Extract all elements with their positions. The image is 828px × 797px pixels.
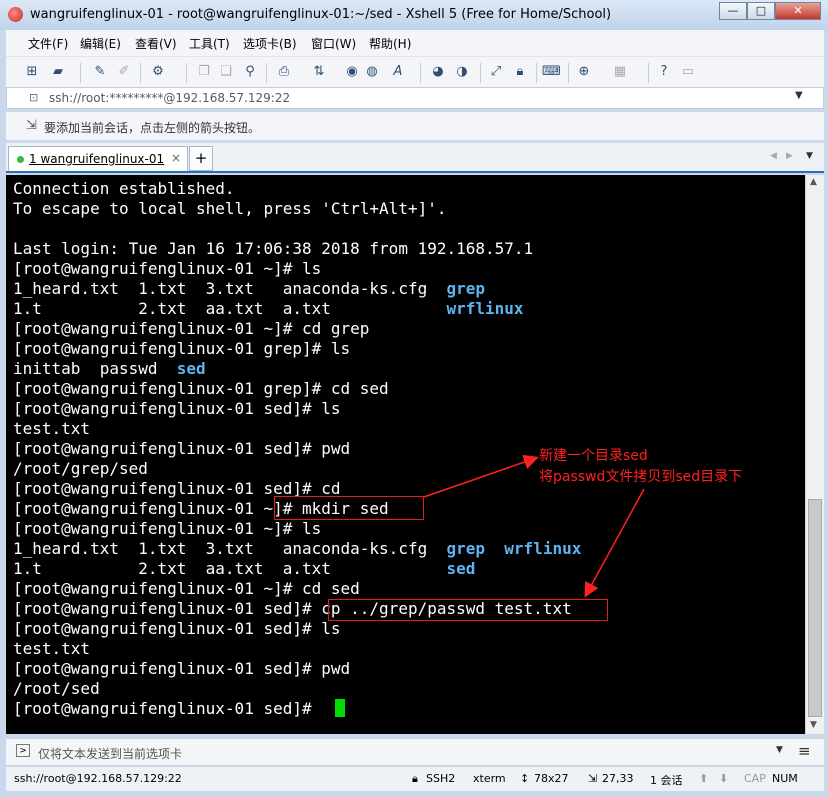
title-bar: wangruifenglinux-01 - root@wangruifengli… — [0, 0, 828, 30]
status-terminal-type: xterm — [473, 772, 506, 785]
compose-menu-icon[interactable]: ≡ — [798, 742, 811, 760]
maximize-button[interactable]: □ — [747, 2, 775, 20]
tab-number: 1 — [29, 152, 37, 166]
transfer-icon[interactable]: ⇅ — [311, 64, 327, 80]
status-size: 78x27 — [534, 772, 569, 785]
toolbar-separator — [266, 63, 267, 83]
layout-icon[interactable]: ▦ — [612, 64, 628, 80]
window-title: wangruifenglinux-01 - root@wangruifengli… — [30, 7, 612, 22]
print-icon[interactable]: ⎙ — [276, 64, 292, 80]
status-sessions: 1 会话 — [650, 774, 683, 787]
status-cursor-position: 27,33 — [602, 772, 634, 785]
tab-title: wangruifenglinux-01 — [36, 152, 165, 166]
menu-bar: 文件(F) 编辑(E) 查看(V) 工具(T) 选项卡(B) 窗口(W) 帮助(… — [6, 30, 824, 56]
session-next-icon[interactable]: ⬇ — [719, 772, 728, 785]
paste-icon[interactable]: ❏ — [218, 64, 234, 80]
reconnect-icon[interactable]: ✎ — [92, 64, 108, 80]
session-prev-icon[interactable]: ⬆ — [699, 772, 708, 785]
terminal-area[interactable]: Connection established. To escape to loca… — [6, 175, 805, 734]
menu-edit[interactable]: 编辑(E) — [80, 35, 121, 52]
status-lock-icon: 🔒︎ — [412, 772, 418, 785]
address-text: ssh://root:*********@192.168.57.129:22 — [49, 91, 291, 105]
toolbar-separator — [648, 63, 649, 83]
find-icon[interactable]: ⚲ — [242, 64, 258, 80]
close-window-button[interactable]: ✕ — [775, 2, 821, 20]
compose-icon[interactable]: > — [16, 744, 30, 757]
status-cursor-icon: ⇲ — [588, 772, 598, 785]
status-bar: ssh://root@192.168.57.129:22 🔒︎ SSH2 xte… — [6, 766, 824, 791]
status-size-icon: ↕ — [520, 772, 530, 785]
annotation-arrows — [423, 454, 645, 598]
menu-help[interactable]: 帮助(H) — [369, 35, 411, 52]
properties-icon[interactable]: ⚙ — [150, 64, 166, 80]
lock-icon[interactable]: 🔒︎ — [512, 64, 528, 80]
terminal-scrollbar[interactable]: ▲ ▼ — [805, 175, 824, 734]
add-tab-icon[interactable]: ⊕ — [576, 64, 592, 80]
toolbar-separator — [420, 63, 421, 83]
toolbar-separator — [80, 63, 81, 83]
toolbar: ⊞ ▰ ✎ ✐ ⚙ ❐ ❏ ⚲ ⎙ ⇅ ◉ ◍ A ◕ ◑ ⤢ 🔒︎ ⌨ ⊕ ▦… — [6, 56, 824, 87]
tab-scroll-left-icon[interactable]: ◀ — [770, 151, 777, 161]
menu-tools[interactable]: 工具(T) — [189, 35, 230, 52]
xftp-icon[interactable]: ◕ — [430, 64, 446, 80]
open-folder-icon[interactable]: ▰ — [50, 64, 66, 80]
keyboard-icon[interactable]: ⌨ — [542, 64, 561, 80]
disconnect-icon[interactable]: ✐ — [116, 64, 132, 80]
toolbar-separator — [480, 63, 481, 83]
menu-window[interactable]: 窗口(W) — [311, 35, 356, 52]
tab-session-1[interactable]: 1 wangruifenglinux-01 × — [8, 146, 188, 171]
add-session-arrow-icon[interactable]: ⇲ — [26, 118, 37, 133]
font-icon[interactable]: A — [390, 64, 406, 80]
compose-bar[interactable]: > 仅将文本发送到当前选项卡 ▼ ≡ — [6, 738, 824, 765]
tab-bar: 1 wangruifenglinux-01 × + ◀ ▶ ▼ — [6, 143, 824, 173]
tab-scroll-right-icon[interactable]: ▶ — [786, 151, 793, 161]
add-tab-button[interactable]: + — [189, 146, 213, 171]
toolbar-separator — [568, 63, 569, 83]
annotation-arrow-1 — [423, 454, 539, 498]
status-num-lock: NUM — [772, 772, 798, 785]
connected-status-icon — [17, 156, 24, 163]
address-dropdown-icon[interactable]: ▼ — [795, 90, 803, 101]
help-icon[interactable]: ? — [656, 64, 672, 80]
tab-close-icon[interactable]: × — [171, 151, 181, 165]
scroll-up-icon[interactable]: ▲ — [810, 177, 817, 187]
chat-icon[interactable]: ▭ — [680, 64, 696, 80]
copy-icon[interactable]: ❐ — [196, 64, 212, 80]
status-caps-lock: CAP — [744, 772, 766, 785]
new-session-icon[interactable]: ⊞ — [24, 64, 40, 80]
toolbar-separator — [140, 63, 141, 83]
xshell-app-icon[interactable] — [8, 7, 23, 22]
tab-label: 1 wangruifenglinux-01 — [29, 152, 164, 166]
scrollbar-thumb[interactable] — [808, 499, 822, 717]
xmanager-icon[interactable]: ◑ — [454, 64, 470, 80]
compose-dropdown-icon[interactable]: ▼ — [776, 745, 783, 755]
status-connection: ssh://root@192.168.57.129:22 — [14, 772, 182, 785]
menu-file[interactable]: 文件(F) — [28, 35, 68, 52]
tab-list-dropdown-icon[interactable]: ▼ — [806, 151, 813, 161]
annotation-arrow-2 — [584, 488, 645, 598]
lock-icon: ⊡ — [29, 91, 39, 104]
address-bar[interactable]: ⊡ ssh://root:*********@192.168.57.129:22… — [6, 87, 824, 109]
encoding-globe-icon[interactable]: ◍ — [364, 64, 380, 80]
script-icon[interactable]: ◉ — [344, 64, 360, 80]
toolbar-separator — [536, 63, 537, 83]
minimize-button[interactable]: — — [719, 2, 747, 20]
hint-text: 要添加当前会话，点击左侧的箭头按钮。 — [44, 121, 261, 135]
compose-placeholder: 仅将文本发送到当前选项卡 — [38, 747, 183, 761]
fullscreen-icon[interactable]: ⤢ — [488, 64, 504, 80]
menu-view[interactable]: 查看(V) — [135, 35, 177, 52]
menu-tabs[interactable]: 选项卡(B) — [243, 35, 297, 52]
scroll-down-icon[interactable]: ▼ — [810, 720, 817, 730]
session-hint-bar: ⇲ 要添加当前会话，点击左侧的箭头按钮。 — [6, 112, 824, 140]
toolbar-separator — [186, 63, 187, 83]
status-protocol: SSH2 — [426, 772, 456, 785]
